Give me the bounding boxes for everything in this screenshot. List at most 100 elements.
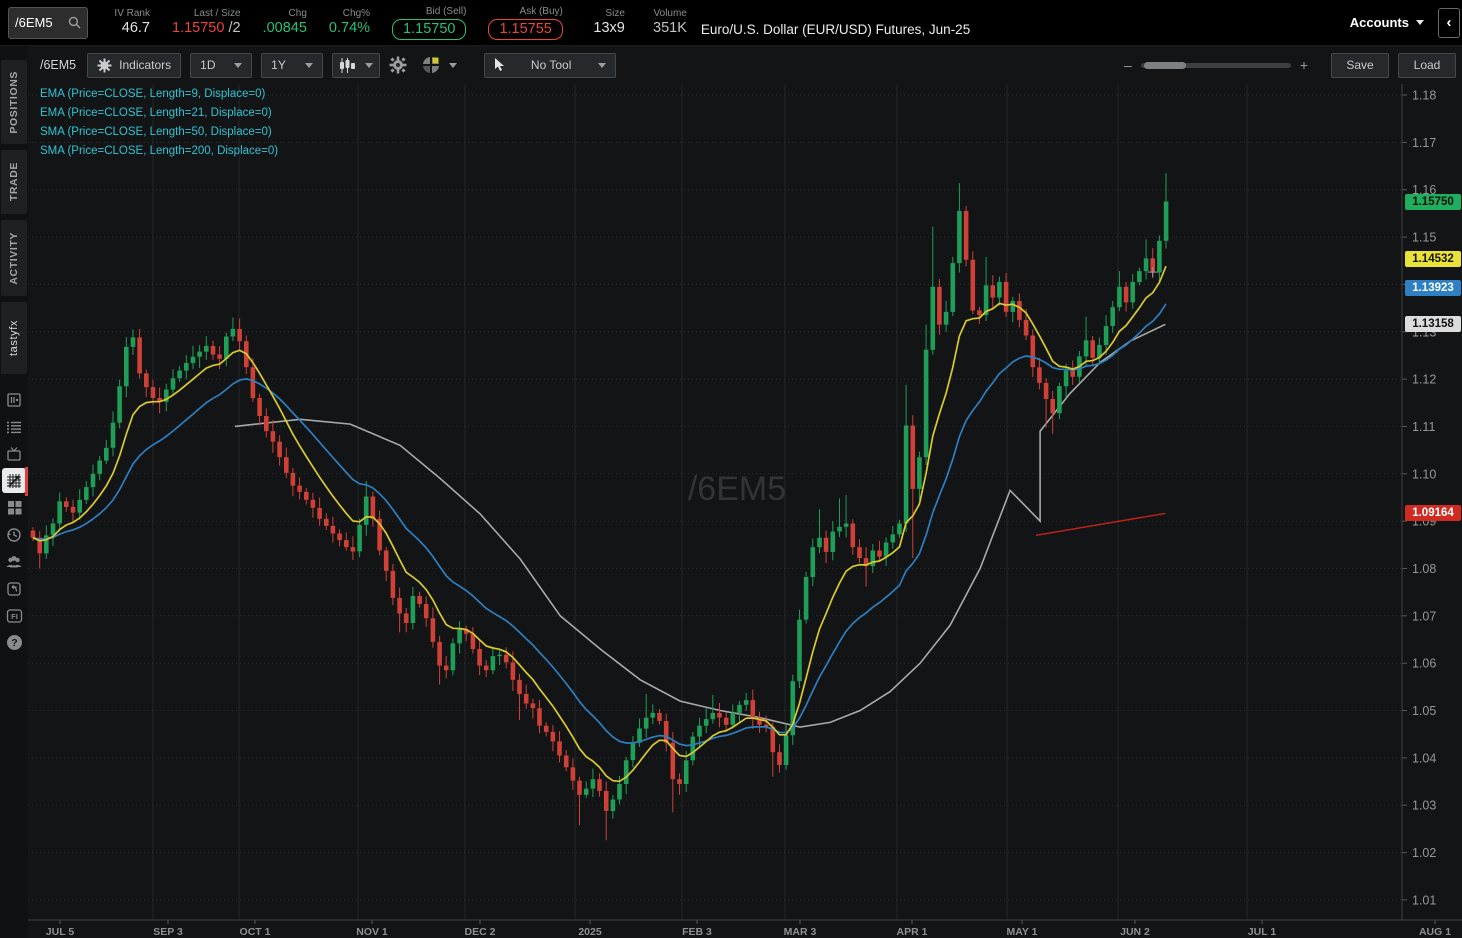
save-button[interactable]: Save [1331,53,1389,78]
timeframe-value: 1D [200,58,215,72]
chart-type-dropdown[interactable] [332,53,380,78]
svg-text:MAY 1: MAY 1 [1007,926,1038,938]
indicator-label-sma200[interactable]: SMA (Price=CLOSE, Length=200, Displace=0… [40,142,278,161]
field-volume: Volume 351K [647,8,687,37]
candlestick-plot[interactable]: 1.011.021.031.041.051.061.071.081.091.10… [28,84,1462,938]
layout-grid-dropdown[interactable] [416,53,463,78]
svg-text:1.13: 1.13 [1412,325,1436,339]
svg-text:2025: 2025 [578,926,602,938]
svg-text:?: ? [11,637,17,649]
indicators-button[interactable]: Indicators [87,53,181,78]
tv-icon[interactable] [0,440,28,467]
svg-text:JUN 2: JUN 2 [1120,926,1150,938]
field-label: Chg [289,8,307,20]
field-label: Size [605,8,624,20]
field-label: Ask (Buy) [520,6,563,18]
symbol-search-box[interactable] [8,7,88,39]
left-sidebar: POSITIONS TRADE ACTIVITY tastyfx [0,46,28,938]
indicator-label-sma50[interactable]: SMA (Price=CLOSE, Length=50, Displace=0) [40,123,278,142]
collapse-panel-button[interactable]: ‹ [1438,8,1460,38]
sidebar-tab-positions[interactable]: POSITIONS [1,60,27,144]
help-icon[interactable]: ? [0,629,28,656]
cursor-icon [494,58,506,72]
svg-text:DEC 2: DEC 2 [465,926,496,938]
search-icon [68,16,81,29]
chevron-down-icon [234,63,242,68]
chevron-down-icon [305,63,313,68]
svg-text:1.02: 1.02 [1412,846,1436,860]
svg-text:/6EM5: /6EM5 [688,470,786,508]
field-value: 351K [653,20,687,37]
tab-label: ACTIVITY [8,222,20,295]
svg-text:1.04: 1.04 [1412,751,1436,765]
watchlist-icon[interactable] [0,413,28,440]
zoom-out-button[interactable]: – [1124,57,1132,73]
quadrant-icon [422,56,440,74]
range-value: 1Y [271,58,286,72]
chevron-down-icon [1416,20,1424,25]
replay-icon[interactable] [0,575,28,602]
save-label: Save [1346,58,1373,72]
zoom-slider-handle[interactable] [1144,62,1186,69]
field-bid: Bid (Sell) 1.15750 [392,6,466,40]
sidebar-tab-tastyfx[interactable]: tastyfx [1,302,27,374]
chart-area[interactable]: EMA (Price=CLOSE, Length=9, Displace=0) … [28,84,1462,938]
tab-label: TRADE [8,152,20,211]
field-label: Bid (Sell) [426,6,467,18]
svg-text:1.10: 1.10 [1412,467,1436,481]
chevron-down-icon [365,63,373,68]
grid-icon[interactable] [0,494,28,521]
settings-gear-icon[interactable] [389,56,407,74]
svg-text:1.17: 1.17 [1412,136,1436,150]
svg-text:AUG 1: AUG 1 [1419,926,1451,938]
svg-text:1.03: 1.03 [1412,799,1436,813]
social-icon[interactable] [0,548,28,575]
zoom-in-button[interactable]: + [1300,57,1308,73]
chart-toolbar: /6EM5 Indicators 1D 1Y No Tool [28,46,1462,84]
field-value: 13x9 [593,20,624,37]
field-value: 46.7 [122,20,150,37]
indicator-label-ema21[interactable]: EMA (Price=CLOSE, Length=21, Displace=0) [40,104,278,123]
tab-label: tastyfx [8,310,20,366]
field-ask: Ask (Buy) 1.15755 [488,6,562,40]
field-label: IV Rank [114,8,150,20]
field-label: Volume [654,8,687,20]
field-value: 0.74% [329,20,370,37]
timeframe-dropdown[interactable]: 1D [190,53,252,78]
field-label: Chg% [343,8,370,20]
svg-text:1.09: 1.09 [1412,515,1436,529]
svg-text:APR 1: APR 1 [897,926,928,938]
indicator-label-ema9[interactable]: EMA (Price=CLOSE, Length=9, Displace=0) [40,85,278,104]
accounts-label: Accounts [1350,15,1409,30]
field-chg: Chg .00845 [263,8,307,37]
tab-label: POSITIONS [8,61,20,144]
symbol-input[interactable] [15,15,68,30]
tool-value: No Tool [531,58,571,72]
accounts-menu[interactable]: Accounts [1350,15,1424,30]
last-price: 1.15750 [172,20,224,36]
svg-text:JUL 5: JUL 5 [46,926,75,938]
field-last-size: Last / Size 1.15750 /2 [172,8,241,37]
bid-button[interactable]: 1.15750 [392,19,466,40]
quote-bar: IV Rank 46.7 Last / Size 1.15750 /2 Chg … [0,0,1462,46]
sidebar-tab-activity[interactable]: ACTIVITY [1,220,27,296]
history-icon[interactable] [0,521,28,548]
load-button[interactable]: Load [1398,53,1456,78]
sidebar-tab-trade[interactable]: TRADE [1,150,27,214]
field-label: Last / Size [194,8,241,20]
svg-text:1.11: 1.11 [1412,420,1435,434]
zoom-slider[interactable] [1141,63,1291,68]
chevron-down-icon [449,63,457,68]
svg-text:1.14: 1.14 [1412,278,1436,292]
drawing-tool-dropdown[interactable]: No Tool [484,53,616,78]
last-size: /2 [224,20,240,36]
fi-icon[interactable]: FI [0,602,28,629]
svg-text:NOV 1: NOV 1 [356,926,388,938]
chart-icon[interactable] [0,467,28,494]
ask-button[interactable]: 1.15755 [488,19,562,40]
range-dropdown[interactable]: 1Y [261,53,323,78]
svg-text:1.01: 1.01 [1412,893,1436,907]
field-size: Size 13x9 [585,8,625,37]
journal-icon[interactable] [0,386,28,413]
svg-text:1.06: 1.06 [1412,657,1436,671]
